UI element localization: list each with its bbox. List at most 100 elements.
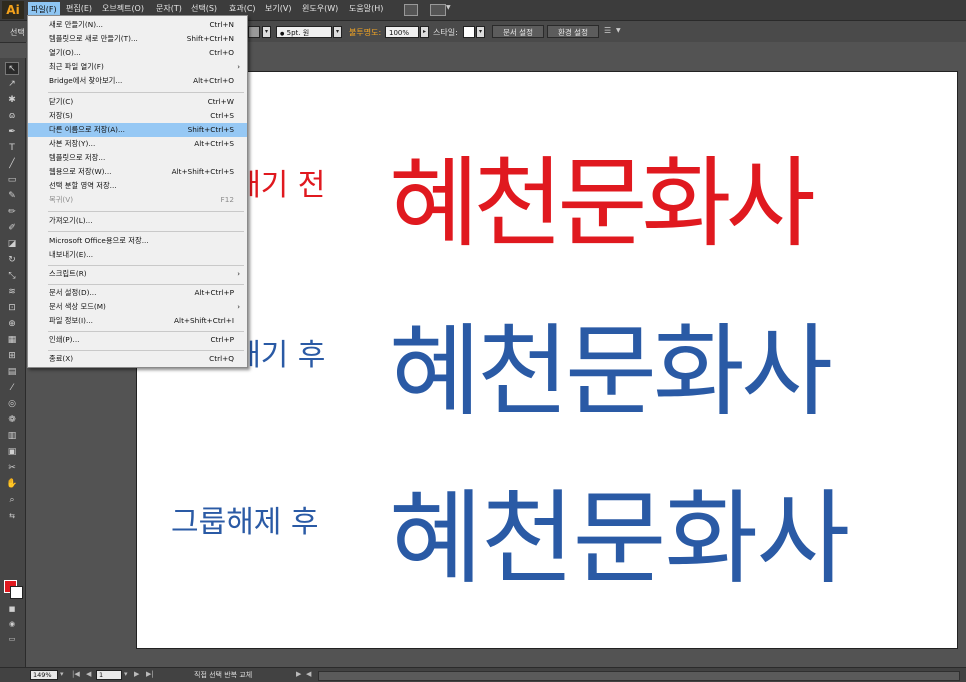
menu-item-save-for-office[interactable]: Microsoft Office용으로 저장... — [28, 234, 247, 248]
artboard-tool-icon[interactable]: ▣ — [5, 446, 19, 459]
menu-item-close[interactable]: 닫기(C) Ctrl+W — [28, 95, 247, 109]
menu-item-new-from-template[interactable]: 템플릿으로 새로 만들기(T)... Shift+Ctrl+N — [28, 32, 247, 46]
first-artboard-icon[interactable]: |◀ — [72, 670, 80, 678]
align-icon[interactable]: ☰ — [604, 26, 611, 35]
stroke-profile-dropdown[interactable]: ▾ — [333, 26, 342, 38]
zoom-field[interactable]: 149% — [30, 670, 58, 680]
menu-separator — [48, 284, 244, 285]
menu-item-browse-in-bridge[interactable]: Bridge에서 찾아보기... Alt+Ctrl+O — [28, 74, 247, 88]
menu-item-exit[interactable]: 종료(X) Ctrl+Q — [28, 352, 247, 366]
stroke-color-swatch[interactable] — [10, 586, 23, 599]
menu-item-document-color-mode[interactable]: 문서 색상 모드(M) › — [28, 300, 247, 314]
chevron-down-icon[interactable]: ▼ — [446, 4, 451, 11]
menu-item-save-selected-slices[interactable]: 선택 분할 영역 저장... — [28, 179, 247, 193]
gradient-tool-icon[interactable]: ▤ — [5, 366, 19, 379]
style-swatch[interactable] — [463, 26, 475, 38]
eyedropper-tool-icon[interactable]: ⁄ — [5, 382, 19, 395]
chevron-down-icon[interactable]: ▼ — [616, 27, 621, 34]
menu-object[interactable]: 오브젝트(O) — [102, 3, 144, 14]
free-transform-tool-icon[interactable]: ⊡ — [5, 302, 19, 315]
menu-item-print[interactable]: 인쇄(P)... Ctrl+P — [28, 333, 247, 347]
menu-item-save-copy[interactable]: 사본 저장(Y)... Alt+Ctrl+S — [28, 137, 247, 151]
draw-mode-icon[interactable]: ◉ — [5, 618, 19, 631]
scale-tool-icon[interactable]: ⤡ — [5, 270, 19, 283]
bullet-icon: ● — [280, 31, 285, 37]
magic-wand-tool-icon[interactable]: ✱ — [5, 94, 19, 107]
row2-text[interactable]: 혜천문화사 — [389, 290, 833, 435]
stroke-weight-dropdown[interactable]: ▾ — [262, 26, 271, 38]
opacity-input[interactable]: 100% — [385, 26, 419, 38]
next-artboard-icon[interactable]: ▶ — [134, 670, 139, 678]
pen-tool-icon[interactable]: ✒ — [5, 126, 19, 139]
slice-tool-icon[interactable]: ✂ — [5, 462, 19, 475]
mesh-tool-icon[interactable]: ⊞ — [5, 350, 19, 363]
opacity-label[interactable]: 불투명도: — [349, 27, 381, 38]
screen-mode-icon[interactable]: ▭ — [5, 633, 19, 646]
menu-item-open-recent[interactable]: 최근 파일 열기(F) › — [28, 60, 247, 74]
row1-text[interactable]: 혜천문화사 — [389, 124, 816, 266]
blend-tool-icon[interactable]: ◎ — [5, 398, 19, 411]
type-tool-icon[interactable]: T — [5, 142, 19, 155]
blob-brush-tool-icon[interactable]: ✐ — [5, 222, 19, 235]
last-artboard-icon[interactable]: ▶| — [146, 670, 154, 678]
swap-colors-icon[interactable]: ⇆ — [5, 510, 19, 523]
artboard[interactable]: 깨기 전 혜천문화사 깨기 후 혜천문화사 그룹해제 후 혜천문화사 — [136, 71, 958, 649]
menu-item-save-as[interactable]: 다른 이름으로 저장(A)... Shift+Ctrl+S — [28, 123, 247, 137]
rotate-tool-icon[interactable]: ↻ — [5, 254, 19, 267]
bridge-icon[interactable] — [404, 4, 418, 16]
menu-help[interactable]: 도움말(H) — [349, 3, 383, 14]
menu-select[interactable]: 선택(S) — [191, 3, 217, 14]
menu-item-export[interactable]: 내보내기(E)... — [28, 248, 247, 262]
menu-item-file-info[interactable]: 파일 정보(I)... Alt+Shift+Ctrl+I — [28, 314, 247, 328]
style-dropdown[interactable]: ▾ — [476, 26, 485, 38]
opacity-dropdown[interactable]: ▸ — [420, 26, 429, 38]
zoom-tool-icon[interactable]: ⌕ — [5, 494, 19, 507]
menu-type[interactable]: 문자(T) — [156, 3, 182, 14]
direct-selection-tool-icon[interactable]: ↗ — [5, 78, 19, 91]
menu-effect[interactable]: 효과(C) — [229, 3, 256, 14]
line-tool-icon[interactable]: ╱ — [5, 158, 19, 171]
status-menu-icon[interactable]: ▶ — [296, 670, 301, 678]
preferences-button[interactable]: 환경 설정 — [547, 25, 599, 38]
zoom-dropdown-icon[interactable]: ▾ — [60, 670, 64, 678]
hand-tool-icon[interactable]: ✋ — [5, 478, 19, 491]
menu-separator — [48, 231, 244, 232]
menu-item-new[interactable]: 새로 만들기(N)... Ctrl+N — [28, 18, 247, 32]
menu-item-save[interactable]: 저장(S) Ctrl+S — [28, 109, 247, 123]
stroke-weight-field[interactable] — [248, 26, 260, 38]
menu-edit[interactable]: 편집(E) — [66, 3, 92, 14]
artboard-number-field[interactable]: 1 — [96, 670, 122, 680]
scroll-left-icon[interactable]: ◀ — [306, 670, 311, 678]
menu-item-place[interactable]: 가져오기(L)... — [28, 214, 247, 228]
menu-view[interactable]: 보기(V) — [265, 3, 291, 14]
row3-text[interactable]: 혜천문화사 — [389, 457, 850, 604]
perspective-grid-tool-icon[interactable]: ▦ — [5, 334, 19, 347]
toolbox: ↖ ↗ ✱ ɷ ✒ T ╱ ▭ ✎ ✏ ✐ ◪ ↻ ⤡ ≋ ⊡ ⊕ ▦ ⊞ ▤ … — [0, 58, 26, 668]
menu-item-scripts[interactable]: 스크립트(R) › — [28, 267, 247, 281]
arrange-documents-icon[interactable] — [430, 4, 446, 16]
selection-tool-icon[interactable]: ↖ — [5, 62, 19, 75]
eraser-tool-icon[interactable]: ◪ — [5, 238, 19, 251]
artboard-dropdown-icon[interactable]: ▾ — [124, 670, 128, 678]
menu-item-save-as-template[interactable]: 템플릿으로 저장... — [28, 151, 247, 165]
menu-item-open[interactable]: 열기(O)... Ctrl+O — [28, 46, 247, 60]
menu-separator — [48, 331, 244, 332]
prev-artboard-icon[interactable]: ◀ — [86, 670, 91, 678]
menu-item-save-for-web[interactable]: 웹용으로 저장(W)... Alt+Shift+Ctrl+S — [28, 165, 247, 179]
rectangle-tool-icon[interactable]: ▭ — [5, 174, 19, 187]
shape-builder-tool-icon[interactable]: ⊕ — [5, 318, 19, 331]
document-setup-button[interactable]: 문서 설정 — [492, 25, 544, 38]
horizontal-scrollbar[interactable] — [318, 671, 960, 681]
column-graph-tool-icon[interactable]: ▥ — [5, 430, 19, 443]
submenu-arrow-icon: › — [237, 303, 240, 311]
menu-item-document-setup[interactable]: 문서 설정(D)... Alt+Ctrl+P — [28, 286, 247, 300]
symbol-sprayer-tool-icon[interactable]: ❁ — [5, 414, 19, 427]
paintbrush-tool-icon[interactable]: ✎ — [5, 190, 19, 203]
color-mode-icon[interactable]: ■ — [5, 603, 19, 616]
warp-tool-icon[interactable]: ≋ — [5, 286, 19, 299]
stroke-profile-field[interactable]: ● 5pt. 원 — [276, 26, 332, 38]
menu-window[interactable]: 윈도우(W) — [302, 3, 338, 14]
lasso-tool-icon[interactable]: ɷ — [5, 110, 19, 123]
row3-label: 그룹해제 후 — [171, 505, 319, 540]
pencil-tool-icon[interactable]: ✏ — [5, 206, 19, 219]
